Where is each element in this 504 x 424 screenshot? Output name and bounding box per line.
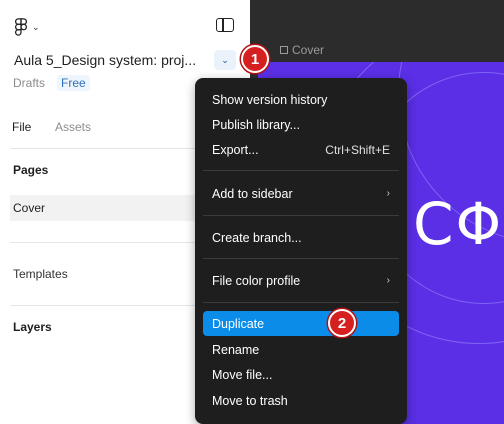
sidebar-toggle-icon[interactable] <box>216 18 234 32</box>
menu-separator <box>203 170 399 171</box>
menu-item-move-to-trash[interactable]: Move to trash <box>203 388 399 413</box>
chevron-right-icon: › <box>386 188 390 199</box>
plan-badge: Free <box>57 75 90 91</box>
menu-item-duplicate[interactable]: Duplicate <box>203 311 399 336</box>
file-title[interactable]: Aula 5_Design system: proj... <box>14 52 196 68</box>
menu-item-move-file[interactable]: Move file... <box>203 362 399 387</box>
menu-item-label: Move file... <box>212 367 273 382</box>
menu-item-label: Show version history <box>212 92 328 107</box>
page-item-templates[interactable]: Templates <box>13 267 68 281</box>
menu-separator <box>203 302 399 303</box>
chevron-down-icon: ⌄ <box>32 21 40 32</box>
menu-item-shortcut: Ctrl+Shift+E <box>325 142 390 157</box>
sidebar-header: ⌄ <box>14 14 244 38</box>
menu-item-publish-library[interactable]: Publish library... <box>203 112 399 137</box>
file-location[interactable]: Drafts <box>13 76 45 90</box>
step-marker-1: 1 <box>241 45 269 73</box>
menu-item-rename[interactable]: Rename <box>203 337 399 362</box>
step-marker-2: 2 <box>328 309 356 337</box>
menu-item-add-to-sidebar[interactable]: Add to sidebar › <box>203 181 399 206</box>
frame-icon <box>280 46 288 54</box>
layers-heading: Layers <box>13 320 52 334</box>
menu-item-file-color-profile[interactable]: File color profile › <box>203 268 399 293</box>
chevron-right-icon: › <box>386 275 390 286</box>
menu-separator <box>203 215 399 216</box>
menu-item-show-version-history[interactable]: Show version history <box>203 87 399 112</box>
menu-item-label: Create branch... <box>212 230 302 245</box>
menu-item-label: Add to sidebar <box>212 186 293 201</box>
frame-heading-text: CΦ <box>413 190 504 258</box>
menu-item-label: Move to trash <box>212 393 288 408</box>
file-menu-chevron-button[interactable]: ⌄ <box>214 50 236 70</box>
menu-item-label: File color profile <box>212 273 301 288</box>
file-context-menu: Show version history Publish library... … <box>195 78 407 424</box>
main-menu-button[interactable]: ⌄ <box>14 17 44 37</box>
figma-logo-icon <box>15 18 28 36</box>
pages-heading: Pages <box>13 163 49 177</box>
menu-separator <box>203 258 399 259</box>
frame-label[interactable]: Cover <box>280 43 324 57</box>
page-item-label: Cover <box>13 201 46 215</box>
tab-assets[interactable]: Assets <box>55 120 91 134</box>
menu-item-label: Duplicate <box>212 316 265 331</box>
tab-file[interactable]: File <box>12 120 31 134</box>
menu-item-label: Publish library... <box>212 117 300 132</box>
menu-item-create-branch[interactable]: Create branch... <box>203 225 399 250</box>
menu-item-export[interactable]: Export... Ctrl+Shift+E <box>203 137 399 162</box>
menu-item-label: Rename <box>212 342 260 357</box>
frame-label-text: Cover <box>292 43 325 57</box>
menu-item-label: Export... <box>212 142 259 157</box>
